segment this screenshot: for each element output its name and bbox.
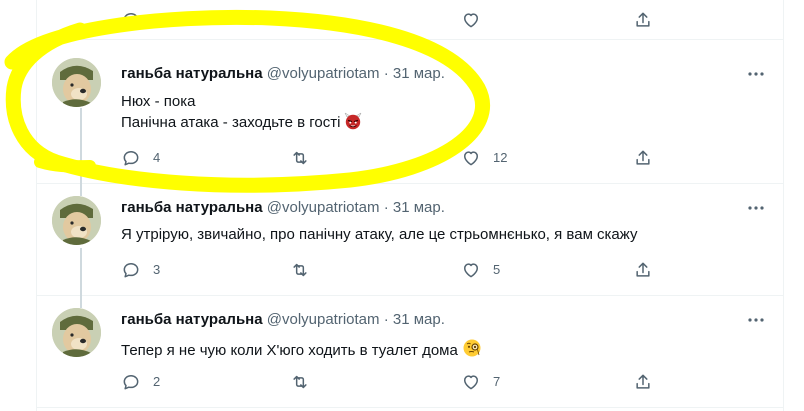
heart-icon xyxy=(464,13,478,28)
retweet-button[interactable] xyxy=(289,260,323,280)
dog-avatar-image xyxy=(52,308,101,357)
share-icon xyxy=(636,150,650,165)
heart-icon xyxy=(464,263,478,278)
author-handle[interactable]: @volyupatriotam xyxy=(267,65,380,82)
reply-button[interactable]: 2 xyxy=(121,372,160,392)
reply-count: 3 xyxy=(153,262,161,277)
author-handle[interactable]: @volyupatriotam xyxy=(267,311,380,328)
retweet-icon xyxy=(293,13,307,27)
timeline-feed: ганьба натуральна @volyupatriotam · 31 м… xyxy=(36,0,784,411)
separator-dot: · xyxy=(383,199,389,216)
like-count: 5 xyxy=(493,262,501,277)
dog-avatar-image xyxy=(52,58,101,107)
tweet-date[interactable]: 31 мар. xyxy=(393,311,445,328)
share-button[interactable] xyxy=(633,372,653,392)
reply-icon xyxy=(123,151,139,166)
reply-button[interactable] xyxy=(121,10,141,30)
retweet-icon xyxy=(293,151,307,165)
reply-count: 2 xyxy=(153,374,161,389)
tweet-actions: 3 5 xyxy=(121,260,661,280)
tweet[interactable]: ганьба натуральна @volyupatriotam · 31 м… xyxy=(37,44,783,184)
share-button[interactable] xyxy=(633,148,653,168)
heart-icon xyxy=(464,151,478,166)
tweet[interactable]: ганьба натуральна @volyupatriotam · 31 м… xyxy=(37,296,783,408)
avatar[interactable] xyxy=(52,58,101,107)
previous-tweet-actions xyxy=(37,0,783,40)
share-icon xyxy=(636,262,650,277)
tweet-text-line: Тепер я не чую коли Х'юго ходить в туале… xyxy=(121,338,482,364)
face-with-monocle-icon xyxy=(462,338,482,364)
reply-icon xyxy=(123,375,139,390)
share-button[interactable] xyxy=(633,260,653,280)
like-button[interactable] xyxy=(461,10,481,30)
tweet-text-line: Я утрірую, звичайно, про панічну атаку, … xyxy=(121,226,638,243)
tweet-text: Нюх - пока Панічна атака - заходьте в го… xyxy=(121,92,363,136)
tweet-header: ганьба натуральна @volyupatriotam · 31 м… xyxy=(121,64,445,84)
separator-dot: · xyxy=(383,65,389,82)
tweet-text: Тепер я не чую коли Х'юго ходить в туале… xyxy=(121,338,482,364)
retweet-icon xyxy=(293,375,307,389)
thread-connector xyxy=(80,296,82,308)
tweet-date[interactable]: 31 мар. xyxy=(393,65,445,82)
like-count: 12 xyxy=(493,150,508,165)
separator-dot: · xyxy=(383,311,389,328)
ogre-face-icon xyxy=(344,112,363,136)
retweet-button[interactable] xyxy=(289,10,311,30)
retweet-button[interactable] xyxy=(289,372,323,392)
more-options-button[interactable] xyxy=(745,310,767,330)
like-button[interactable]: 5 xyxy=(461,260,500,280)
author-name[interactable]: ганьба натуральна xyxy=(121,199,263,216)
tweet-text-line-2: Панічна атака - заходьте в гості xyxy=(121,112,363,136)
like-button[interactable]: 7 xyxy=(461,372,500,392)
reply-icon xyxy=(123,13,139,28)
tweet-actions: 2 7 xyxy=(121,372,661,392)
tweet-actions: 4 12 xyxy=(121,148,661,168)
retweet-icon xyxy=(293,263,307,277)
tweet[interactable]: ганьба натуральна @volyupatriotam · 31 м… xyxy=(37,184,783,296)
author-name[interactable]: ганьба натуральна xyxy=(121,311,263,328)
more-dots-icon xyxy=(748,318,764,322)
avatar[interactable] xyxy=(52,196,101,245)
reply-icon xyxy=(123,263,139,278)
reply-button[interactable]: 4 xyxy=(121,148,160,168)
more-options-button[interactable] xyxy=(745,198,767,218)
avatar[interactable] xyxy=(52,308,101,357)
thread-connector xyxy=(80,108,82,184)
share-button[interactable] xyxy=(633,10,653,30)
author-name[interactable]: ганьба натуральна xyxy=(121,65,263,82)
tweet-text-line: Нюх - пока xyxy=(121,93,196,110)
thread-connector xyxy=(80,184,82,196)
thread-connector xyxy=(80,248,82,296)
more-dots-icon xyxy=(748,72,764,76)
tweet-text-line-content: Панічна атака - заходьте в гості xyxy=(121,114,341,131)
tweet-date[interactable]: 31 мар. xyxy=(393,199,445,216)
author-handle[interactable]: @volyupatriotam xyxy=(267,199,380,216)
tweet-header: ганьба натуральна @volyupatriotam · 31 м… xyxy=(121,310,445,330)
tweet-text: Я утрірую, звичайно, про панічну атаку, … xyxy=(121,225,637,245)
tweet-text-line-content: Тепер я не чую коли Х'юго ходить в туале… xyxy=(121,342,458,359)
share-icon xyxy=(636,374,650,389)
reply-count: 4 xyxy=(153,150,161,165)
like-button[interactable]: 12 xyxy=(461,148,507,168)
retweet-button[interactable] xyxy=(289,148,323,168)
dog-avatar-image xyxy=(52,196,101,245)
tweet-header: ганьба натуральна @volyupatriotam · 31 м… xyxy=(121,198,445,218)
share-icon xyxy=(636,12,650,27)
reply-button[interactable]: 3 xyxy=(121,260,160,280)
like-count: 7 xyxy=(493,374,501,389)
heart-icon xyxy=(464,375,478,390)
more-options-button[interactable] xyxy=(745,64,767,84)
more-dots-icon xyxy=(748,206,764,210)
